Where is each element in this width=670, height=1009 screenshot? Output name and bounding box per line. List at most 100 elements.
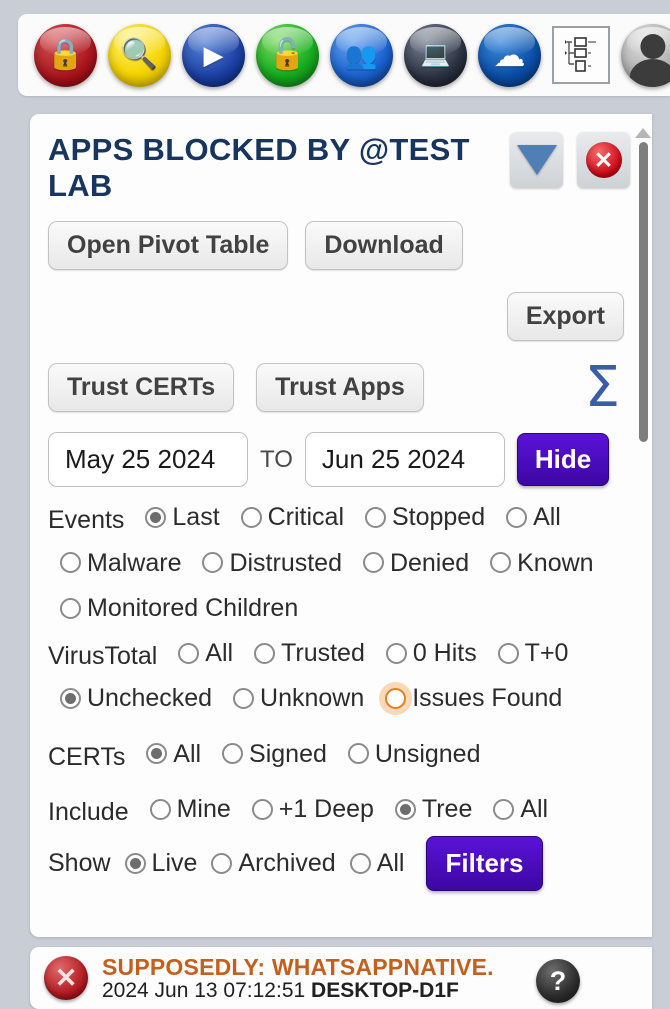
radio-option-certs-signed[interactable]: Signed (222, 734, 327, 775)
lock-green-icon[interactable]: 🔓 (256, 23, 319, 87)
trust-certs-button[interactable]: Trust CERTs (48, 363, 235, 413)
panel-header-buttons: ✕ (510, 132, 630, 188)
radio-icon[interactable] (362, 552, 384, 574)
date-to-input[interactable] (304, 432, 505, 488)
radio-option-events-monitored-children[interactable]: Monitored Children (60, 588, 298, 629)
radio-icon[interactable] (385, 642, 407, 664)
radio-icon[interactable] (251, 798, 273, 820)
radio-option-virustotal-unchecked[interactable]: Unchecked (60, 678, 212, 719)
close-icon: ✕ (585, 142, 622, 178)
result-list: ✕ SUPPOSEDLY: WHATSAPPNATIVE. 2024 Jun 1… (30, 947, 652, 1009)
radio-label: Known (517, 548, 594, 577)
play-blue-icon[interactable]: ▶ (182, 23, 245, 87)
radio-option-include-tree[interactable]: Tree (394, 789, 473, 830)
radio-icon[interactable] (60, 552, 81, 574)
help-icon[interactable]: ? (536, 959, 580, 1003)
radio-icon[interactable] (211, 853, 233, 875)
radio-icon[interactable] (347, 743, 369, 765)
radio-option-events-last[interactable]: Last (145, 497, 220, 538)
radio-option-include-mine[interactable]: Mine (149, 789, 231, 830)
radio-icon[interactable] (202, 552, 224, 574)
radio-option-certs-all[interactable]: All (146, 734, 201, 775)
list-item[interactable]: ✕ SUPPOSEDLY: WHATSAPPNATIVE. 2024 Jun 1… (30, 947, 652, 1003)
lock-red-icon[interactable]: 🔒 (34, 23, 97, 87)
radio-label: Unchecked (87, 684, 213, 713)
cloud-blue-glyph: ☁ (493, 37, 526, 73)
radio-option-events-malware[interactable]: Malware (60, 543, 181, 584)
radio-label: T+0 (524, 639, 569, 668)
radio-option-show-all[interactable]: All (349, 843, 404, 884)
tree-map-icon[interactable] (552, 26, 610, 84)
radio-icon[interactable] (145, 507, 167, 529)
radio-icon[interactable] (222, 743, 244, 765)
radio-icon[interactable] (506, 507, 528, 529)
close-button[interactable]: ✕ (577, 132, 630, 188)
sigma-summary-icon[interactable]: Σ (585, 360, 630, 416)
computer-dark-icon[interactable]: 💻 (404, 23, 467, 87)
radio-option-virustotal-all[interactable]: All (178, 633, 233, 674)
collapse-button[interactable] (510, 132, 563, 188)
radio-icon[interactable] (385, 688, 407, 710)
radio-option-events-known[interactable]: Known (490, 543, 594, 584)
radio-icon[interactable] (240, 507, 262, 529)
radio-icon[interactable] (349, 853, 371, 875)
radio-option-include-plus1deep[interactable]: +1 Deep (251, 789, 374, 830)
radio-label: Malware (87, 548, 182, 577)
radio-label: Critical (267, 503, 345, 532)
export-button[interactable]: Export (506, 292, 624, 342)
radio-option-events-all[interactable]: All (506, 497, 561, 538)
radio-icon[interactable] (124, 853, 146, 875)
radio-icon[interactable] (60, 597, 81, 619)
page-title: APPS BLOCKED BY @TEST LAB (48, 132, 470, 203)
users-blue-icon[interactable]: 👥 (330, 23, 393, 87)
radio-option-events-denied[interactable]: Denied (362, 543, 469, 584)
radio-icon[interactable] (490, 552, 512, 574)
download-button[interactable]: Download (305, 221, 463, 271)
radio-icon[interactable] (493, 798, 515, 820)
open-pivot-table-button[interactable]: Open Pivot Table (48, 221, 289, 271)
radio-label: All (520, 794, 549, 823)
radio-label: Signed (249, 739, 327, 768)
date-to-label: TO (260, 445, 293, 473)
filter-row-certs: CERTs All Signed Unsigned (48, 734, 630, 777)
user-avatar-icon[interactable] (621, 23, 670, 87)
panel-scrollbar[interactable] (634, 128, 652, 468)
radio-option-show-archived[interactable]: Archived (211, 843, 336, 884)
blocked-status-icon: ✕ (44, 956, 88, 1001)
radio-icon[interactable] (233, 688, 255, 710)
radio-option-virustotal-t-plus-0[interactable]: T+0 (497, 633, 569, 674)
radio-label: Trusted (281, 639, 365, 668)
scrollbar-thumb[interactable] (638, 142, 648, 442)
radio-label: Distrusted (229, 548, 342, 577)
radio-icon[interactable] (60, 688, 81, 710)
search-yellow-icon[interactable]: 🔍 (108, 23, 171, 87)
radio-icon[interactable] (178, 642, 200, 664)
radio-icon[interactable] (394, 798, 416, 820)
scroll-up-arrow-icon[interactable] (635, 128, 651, 138)
trust-apps-button[interactable]: Trust Apps (256, 363, 424, 413)
radio-option-show-live[interactable]: Live (124, 843, 197, 884)
radio-icon[interactable] (497, 642, 519, 664)
radio-option-virustotal-issues-found[interactable]: Issues Found (385, 678, 562, 719)
radio-option-events-critical[interactable]: Critical (240, 497, 345, 538)
radio-option-virustotal-trusted[interactable]: Trusted (254, 633, 365, 674)
cloud-blue-icon[interactable]: ☁ (478, 23, 541, 87)
radio-icon[interactable] (146, 743, 168, 765)
radio-option-events-stopped[interactable]: Stopped (364, 497, 485, 538)
filter-row-events-2: Malware Distrusted Denied Known (48, 543, 630, 586)
radio-label: +1 Deep (278, 794, 374, 823)
hide-button[interactable]: Hide (516, 433, 610, 487)
radio-icon[interactable] (364, 507, 386, 529)
radio-option-certs-unsigned[interactable]: Unsigned (347, 734, 481, 775)
radio-icon[interactable] (254, 642, 276, 664)
date-from-input[interactable] (48, 432, 248, 488)
radio-option-events-distrusted[interactable]: Distrusted (202, 543, 342, 584)
lock-red-glyph: 🔒 (46, 38, 85, 71)
search-yellow-glyph: 🔍 (120, 38, 159, 71)
radio-label: Tree (421, 794, 473, 823)
radio-option-virustotal-unknown[interactable]: Unknown (233, 678, 364, 719)
radio-option-virustotal-0-hits[interactable]: 0 Hits (385, 633, 477, 674)
radio-icon[interactable] (149, 798, 171, 820)
filters-button[interactable]: Filters (426, 836, 543, 892)
radio-option-include-all[interactable]: All (493, 789, 548, 830)
